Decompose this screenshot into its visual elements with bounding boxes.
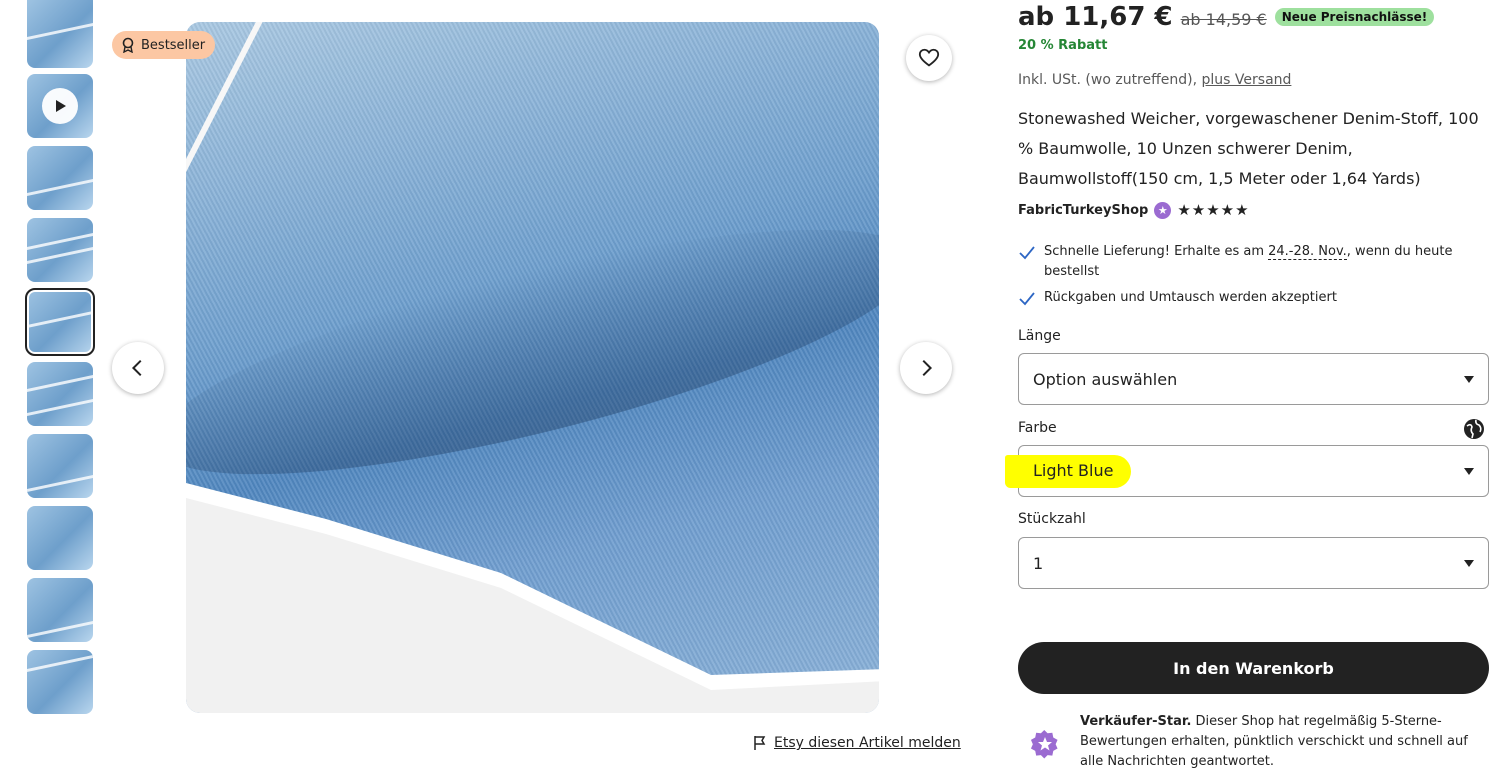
chevron-left-icon — [131, 359, 142, 377]
thumbnail-6[interactable] — [27, 362, 93, 426]
heart-icon — [918, 48, 940, 67]
tax-info: Inkl. USt. (wo zutreffend), plus Versand — [1018, 72, 1291, 88]
star-seller-badge-icon: ★ — [1154, 201, 1172, 219]
bestseller-badge: Bestseller — [112, 31, 216, 59]
length-select[interactable]: Option auswählen — [1018, 353, 1489, 405]
star-seller-text: Verkäufer-Star. Dieser Shop hat regelmäß… — [1080, 712, 1490, 772]
caret-down-icon — [1464, 375, 1474, 383]
color-select[interactable]: Light Blue — [1005, 445, 1489, 497]
check-icon — [1019, 292, 1035, 306]
thumbnail-10[interactable] — [27, 650, 93, 714]
thumbnail-7[interactable] — [27, 434, 93, 498]
main-product-image — [186, 22, 879, 713]
thumbnail-3[interactable] — [27, 146, 93, 210]
thumbnail-4[interactable] — [27, 218, 93, 282]
original-price: ab 14,59 € — [1180, 10, 1267, 29]
length-label: Länge — [1018, 328, 1061, 344]
delivery-dates[interactable]: 24.-28. Nov. — [1268, 244, 1347, 260]
previous-image-button[interactable] — [112, 342, 164, 394]
caret-down-icon — [1464, 467, 1474, 475]
returns-bullet: Rückgaben und Umtausch werden akzeptiert — [1018, 288, 1490, 308]
price-drop-badge: Neue Preisnachlässe! — [1274, 8, 1435, 26]
chevron-right-icon — [922, 359, 933, 377]
star-seller-title: Verkäufer-Star. — [1080, 714, 1192, 729]
globe-icon[interactable] — [1462, 417, 1486, 441]
quantity-select[interactable]: 1 — [1018, 537, 1489, 589]
report-item-link[interactable]: Etsy diesen Artikel melden — [752, 735, 961, 751]
price-row: ab 11,67 € ab 14,59 € Neue Preisnachläss… — [1018, 2, 1435, 32]
flag-icon — [754, 736, 766, 750]
quantity-select-value: 1 — [1033, 553, 1044, 573]
delivery-bullet: Schnelle Lieferung! Erhalte es am 24.-28… — [1018, 242, 1490, 282]
color-label: Farbe — [1018, 420, 1057, 436]
highlights-list: Schnelle Lieferung! Erhalte es am 24.-28… — [1018, 242, 1490, 314]
thumbnail-1[interactable] — [27, 0, 93, 68]
thumbnail-9[interactable] — [27, 578, 93, 642]
thumbnail-5-selected[interactable] — [25, 288, 95, 356]
delivery-prefix: Schnelle Lieferung! Erhalte es am — [1044, 244, 1264, 259]
report-link-text: Etsy diesen Artikel melden — [774, 735, 961, 751]
thumbnail-video[interactable] — [27, 74, 93, 138]
thumbnail-8[interactable] — [27, 506, 93, 570]
award-icon — [122, 37, 134, 53]
star-seller-info: Verkäufer-Star. Dieser Shop hat regelmäß… — [1030, 712, 1490, 772]
shipping-link[interactable]: plus Versand — [1202, 72, 1292, 88]
product-title: Stonewashed Weicher, vorgewaschener Deni… — [1018, 109, 1479, 188]
favorite-button[interactable] — [906, 35, 952, 81]
tax-text: Inkl. USt. (wo zutreffend), — [1018, 72, 1198, 88]
length-select-value: Option auswählen — [1033, 369, 1178, 389]
discount-text: 20 % Rabatt — [1018, 38, 1108, 53]
star-seller-icon — [1030, 729, 1058, 759]
check-icon — [1019, 246, 1035, 260]
play-icon — [42, 88, 78, 124]
bestseller-label: Bestseller — [141, 37, 206, 53]
add-to-cart-button[interactable]: In den Warenkorb — [1018, 642, 1489, 694]
color-select-value: Light Blue — [1005, 454, 1132, 488]
current-price: ab 11,67 € — [1018, 2, 1173, 32]
caret-down-icon — [1464, 559, 1474, 567]
shop-name-link[interactable]: FabricTurkeyShop — [1018, 203, 1148, 218]
quantity-label: Stückzahl — [1018, 511, 1086, 527]
returns-text: Rückgaben und Umtausch werden akzeptiert — [1044, 290, 1337, 305]
rating-stars[interactable]: ★★★★★ — [1177, 201, 1249, 219]
shop-info: FabricTurkeyShop ★ ★★★★★ — [1018, 201, 1250, 219]
next-image-button[interactable] — [900, 342, 952, 394]
